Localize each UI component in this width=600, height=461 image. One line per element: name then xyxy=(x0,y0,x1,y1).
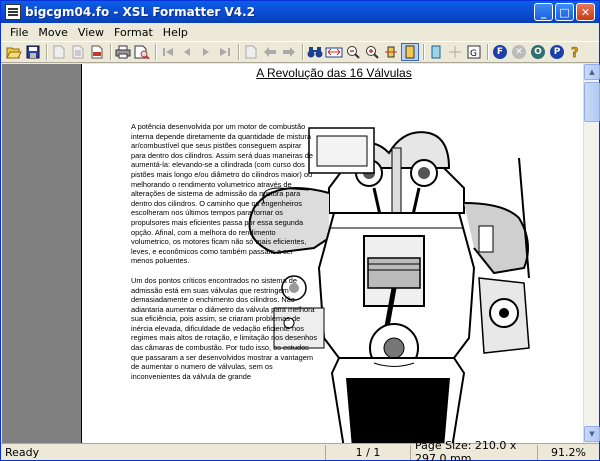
fit-icon[interactable] xyxy=(325,43,343,61)
menu-format[interactable]: Format xyxy=(109,26,158,39)
toolbar: G F ✕ O P ? xyxy=(1,41,599,63)
f-icon[interactable]: F xyxy=(491,43,509,61)
save-icon[interactable] xyxy=(24,43,42,61)
print-icon[interactable] xyxy=(114,43,132,61)
document-page: A Revolução das 16 Válvulas A potência d… xyxy=(84,64,583,443)
next-page-icon[interactable] xyxy=(197,43,215,61)
toolbar-separator xyxy=(484,43,490,61)
document-properties-icon[interactable] xyxy=(242,43,260,61)
menu-bar: File Move View Format Help xyxy=(1,23,599,41)
binoculars-icon[interactable] xyxy=(306,43,324,61)
status-bar: Ready 1 / 1 Page Size: 210.0 x 297.0 mm … xyxy=(1,439,599,461)
menu-file[interactable]: File xyxy=(5,26,33,39)
open-icon[interactable] xyxy=(5,43,23,61)
application-window: bigcgm04.fo - XSL Formatter V4.2 _ □ ✕ F… xyxy=(0,0,600,461)
first-page-icon[interactable] xyxy=(159,43,177,61)
previous-page-icon[interactable] xyxy=(178,43,196,61)
forward-icon[interactable] xyxy=(280,43,298,61)
status-zoom: 91.2% xyxy=(551,445,586,459)
menu-help[interactable]: Help xyxy=(158,26,193,39)
window-title: bigcgm04.fo - XSL Formatter V4.2 xyxy=(25,5,256,19)
title-bar[interactable]: bigcgm04.fo - XSL Formatter V4.2 _ □ ✕ xyxy=(1,1,599,23)
maximize-button[interactable]: □ xyxy=(555,3,574,21)
p-icon[interactable]: P xyxy=(548,43,566,61)
status-page-size: Page Size: 210.0 x 297.0 mm xyxy=(411,439,538,461)
print-preview-icon[interactable] xyxy=(133,43,151,61)
go-to-icon[interactable]: G xyxy=(465,43,483,61)
o-icon[interactable]: O xyxy=(529,43,547,61)
close-button[interactable]: ✕ xyxy=(576,3,595,21)
help-icon[interactable]: ? xyxy=(567,43,585,61)
zoom-in-icon[interactable] xyxy=(363,43,381,61)
document-paragraph: A potência desenvolvida por um motor de … xyxy=(131,122,313,266)
toolbar-separator xyxy=(43,43,49,61)
document-icon[interactable] xyxy=(50,43,68,61)
document-title: A Revolução das 16 Válvulas xyxy=(256,66,412,80)
status-page-count: 1 / 1 xyxy=(326,444,411,460)
back-icon[interactable] xyxy=(261,43,279,61)
toolbar-separator xyxy=(235,43,241,61)
svg-text:G: G xyxy=(470,49,477,59)
menu-move[interactable]: Move xyxy=(33,26,73,39)
svg-text:?: ? xyxy=(571,46,579,59)
vertical-scrollbar[interactable]: ▲ ▼ xyxy=(583,64,600,443)
menu-view[interactable]: View xyxy=(73,26,109,39)
stop-icon[interactable]: ✕ xyxy=(510,43,528,61)
document-paragraph: Um dos pontos críticos encontrados no si… xyxy=(131,275,318,381)
pdf-icon[interactable] xyxy=(88,43,106,61)
toolbar-separator xyxy=(420,43,426,61)
scroll-down-button[interactable]: ▼ xyxy=(584,426,600,442)
crosshair-icon[interactable] xyxy=(446,43,464,61)
app-icon[interactable] xyxy=(5,4,21,20)
last-page-icon[interactable] xyxy=(216,43,234,61)
single-page-icon[interactable] xyxy=(427,43,445,61)
zoom-out-icon[interactable] xyxy=(344,43,362,61)
document-view[interactable]: A Revolução das 16 Válvulas A potência d… xyxy=(2,64,583,443)
toolbar-separator xyxy=(152,43,158,61)
scroll-thumb[interactable] xyxy=(584,82,600,122)
toolbar-separator xyxy=(107,43,113,61)
minimize-button[interactable]: _ xyxy=(534,3,553,21)
fit-width-icon[interactable] xyxy=(382,43,400,61)
document-icon[interactable] xyxy=(69,43,87,61)
fit-page-icon[interactable] xyxy=(401,43,419,61)
toolbar-separator xyxy=(299,43,305,61)
document-body: A potência desenvolvida por um motor de … xyxy=(131,122,317,391)
status-ready: Ready xyxy=(1,444,326,460)
scroll-up-button[interactable]: ▲ xyxy=(584,64,600,80)
